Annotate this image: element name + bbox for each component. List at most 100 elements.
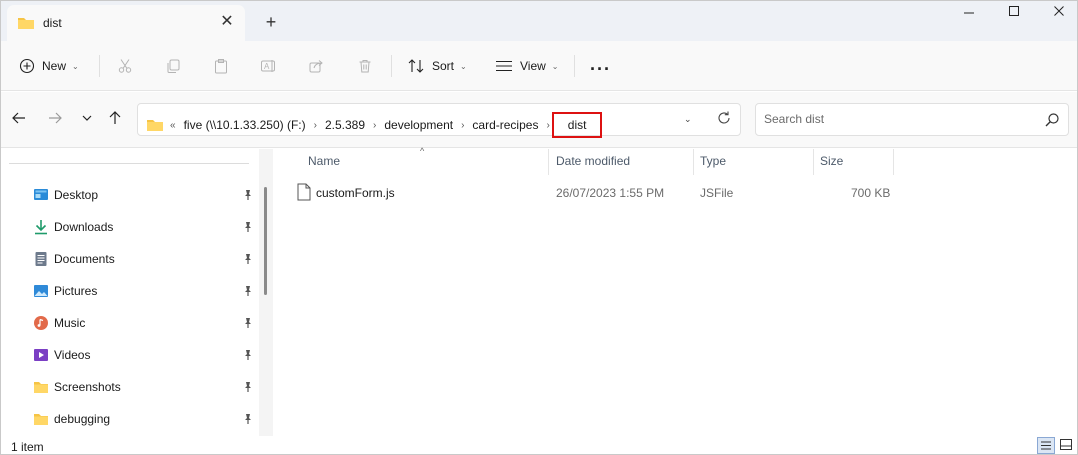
pin-icon[interactable] [243,413,253,428]
address-bar[interactable]: « five (\\10.1.33.250) (F:) › 2.5.389 › … [137,103,741,138]
divider [9,163,249,164]
column-header-label: Type [700,154,727,168]
chevron-down-icon: ⌄ [551,61,559,71]
arrow-left-icon [12,112,25,124]
forward-button[interactable] [45,110,65,130]
new-button[interactable]: New ⌄ [19,53,79,79]
sidebar-item-label: Music [54,316,86,330]
breadcrumb-item-card-recipes[interactable]: card-recipes [470,118,540,132]
sidebar-item-desktop[interactable]: Desktop [1,181,261,209]
column-header-type[interactable]: Type [694,149,814,175]
sidebar-item-music[interactable]: Music [1,309,261,337]
share-button[interactable] [308,53,324,79]
navigation-pane: Desktop Downloads Documents Pictures Mus… [1,149,273,436]
command-bar: New ⌄ A Sort ⌄ View ⌄ [1,41,1077,91]
scrollbar-thumb[interactable] [264,187,267,295]
details-view-button[interactable] [1037,437,1055,454]
sidebar-item-downloads[interactable]: Downloads [1,213,261,241]
share-icon [309,60,323,73]
breadcrumb-item-drive[interactable]: five (\\10.1.33.250) (F:) [182,118,308,132]
copy-button[interactable] [165,53,181,79]
minimize-button[interactable] [957,5,981,23]
table-row[interactable]: customForm.js 26/07/2023 1:55 PM JSFile … [273,179,1077,205]
tiles-view-icon [1060,439,1072,450]
view-label: View [520,59,546,73]
sidebar-item-debugging[interactable]: debugging [1,405,261,433]
pin-icon[interactable] [243,349,253,364]
copy-icon [167,59,180,73]
file-name: customForm.js [316,186,395,200]
arrow-up-icon [109,111,121,124]
rename-button[interactable]: A [260,53,278,79]
close-icon [1054,6,1064,16]
column-header-date[interactable]: Date modified [549,149,694,175]
pin-icon[interactable] [243,221,253,236]
maximize-button[interactable] [1002,5,1026,23]
sidebar-item-label: debugging [54,412,111,426]
sidebar-item-videos[interactable]: Videos [1,341,261,369]
paste-button[interactable] [213,53,229,79]
chevron-right-icon[interactable]: › [367,120,382,131]
sidebar-scrollbar[interactable] [259,149,273,436]
sidebar-item-label: Downloads [54,220,114,234]
pin-icon[interactable] [243,381,253,396]
new-label: New [42,59,67,73]
chevron-down-icon: ⌄ [460,61,467,71]
pin-icon[interactable] [243,253,253,268]
sidebar-item-screenshots[interactable]: Screenshots [1,373,261,401]
recent-locations-button[interactable] [77,110,97,130]
folder-icon [146,118,164,132]
status-bar: 1 item [1,436,1077,454]
column-header-label: Name [308,154,341,168]
pin-icon[interactable] [243,189,253,204]
arrow-right-icon [49,112,62,124]
column-header-label: Date modified [556,154,631,168]
maximize-icon [1009,6,1019,16]
view-button[interactable]: View ⌄ [495,53,559,79]
file-list: ^ Name Date modified Type Size customFor… [273,146,1077,436]
chevron-down-icon: ⌄ [72,61,79,71]
breadcrumb-item-version[interactable]: 2.5.389 [323,118,367,132]
divider [574,55,575,77]
search-icon[interactable] [1044,112,1060,131]
sidebar-item-pictures[interactable]: Pictures [1,277,261,305]
tiles-view-button[interactable] [1058,437,1076,454]
chevron-right-icon[interactable]: › [455,120,470,131]
file-type: JSFile [700,186,734,200]
chevron-right-icon[interactable]: › [308,120,323,131]
paste-icon [215,59,227,74]
breadcrumb: « five (\\10.1.33.250) (F:) › 2.5.389 › … [146,112,603,138]
search-box[interactable] [755,103,1069,136]
breadcrumb-item-development[interactable]: development [382,118,455,132]
cut-button[interactable] [117,53,133,79]
divider [99,55,100,77]
more-icon[interactable]: ··· [590,59,611,80]
tab-dist[interactable]: dist ✕ [7,5,245,41]
breadcrumb-overflow[interactable]: « [170,120,176,131]
search-input[interactable] [764,112,1024,126]
sidebar-item-label: Screenshots [54,380,121,394]
breadcrumb-item-current[interactable]: dist [551,112,603,138]
pin-icon[interactable] [243,285,253,300]
column-header-size[interactable]: Size [814,149,894,175]
address-dropdown-icon[interactable]: ⌄ [684,114,692,125]
back-button[interactable] [9,110,29,130]
videos-icon [33,347,49,363]
new-tab-button[interactable]: + [261,13,281,33]
up-button[interactable] [105,110,125,130]
close-window-button[interactable] [1047,5,1071,23]
sort-icon [408,59,424,73]
pin-icon[interactable] [243,317,253,332]
close-tab-icon[interactable]: ✕ [219,14,235,30]
item-count: 1 item [11,440,44,454]
details-view-icon [1041,441,1051,450]
refresh-button[interactable] [716,110,734,128]
folder-icon [33,379,49,395]
sidebar-item-documents[interactable]: Documents [1,245,261,273]
column-header-name[interactable]: ^ Name [273,146,549,175]
sidebar-item-label: Documents [54,252,115,266]
delete-button[interactable] [357,53,373,79]
sort-button[interactable]: Sort ⌄ [407,53,467,79]
column-divider[interactable] [893,149,894,175]
sort-ascending-icon: ^ [420,146,425,156]
